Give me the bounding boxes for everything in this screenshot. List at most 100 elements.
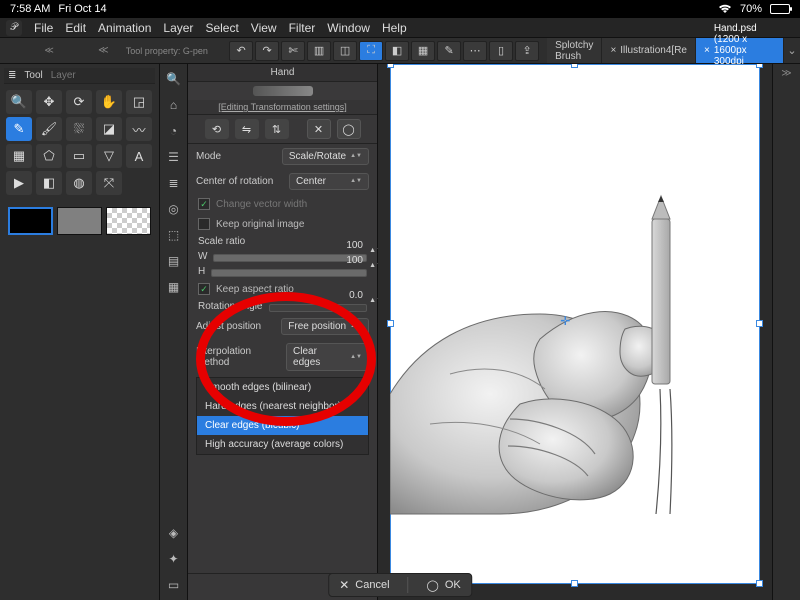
- canvas-page[interactable]: ✛: [390, 64, 760, 584]
- ok-label: OK: [445, 579, 461, 591]
- close-icon[interactable]: ×: [610, 45, 616, 56]
- scale-h-slider[interactable]: 100 ▲▼: [211, 267, 367, 277]
- canvas-area[interactable]: ✛: [378, 64, 772, 600]
- tab-label: Illustration4[Re: [620, 45, 687, 56]
- handle-br[interactable]: [756, 580, 763, 587]
- mode-select[interactable]: Scale/Rotate ▲▼: [282, 148, 369, 165]
- handle-tl[interactable]: [387, 64, 394, 68]
- top-more-icon[interactable]: ⋯: [463, 41, 487, 61]
- transform-flip-h-icon[interactable]: ⇋: [235, 119, 259, 139]
- top-transform-icon[interactable]: ⛶: [359, 41, 383, 61]
- handle-bm[interactable]: [571, 580, 578, 587]
- menu-file[interactable]: File: [34, 21, 53, 35]
- tool-select[interactable]: ▶: [6, 171, 32, 195]
- top-redo-icon[interactable]: ↷: [255, 41, 279, 61]
- top-cut-icon[interactable]: ✄: [281, 41, 305, 61]
- adjust-pos-select[interactable]: Free position ▲▼: [281, 318, 369, 335]
- layer-panel-tab[interactable]: Layer: [51, 70, 76, 81]
- tool-rotate[interactable]: ⟳: [66, 90, 92, 114]
- tabs-overflow-icon[interactable]: ⌄: [784, 38, 800, 63]
- qicon-layers[interactable]: ☰: [163, 146, 185, 168]
- tool-gradient[interactable]: ◧: [36, 171, 62, 195]
- top-layer-icon[interactable]: ▦: [411, 41, 435, 61]
- tool-brush[interactable]: 🖌: [36, 117, 62, 141]
- top-flip-icon[interactable]: ◫: [333, 41, 357, 61]
- handle-tm[interactable]: [571, 64, 578, 68]
- qicon-auto[interactable]: ◎: [163, 198, 185, 220]
- top-effect-icon[interactable]: ✎: [437, 41, 461, 61]
- interp-option-nearest[interactable]: Hard edges (nearest neighbor): [197, 397, 368, 416]
- tab-hand[interactable]: ×Hand.psd (1200 x 1600px 300dpi 81.3%): [696, 38, 784, 63]
- menu-filter[interactable]: Filter: [289, 21, 316, 35]
- qicon-animation[interactable]: ✦: [163, 548, 185, 570]
- ok-button[interactable]: ◯OK: [427, 579, 461, 592]
- tool-pen[interactable]: ✎: [6, 117, 32, 141]
- menu-help[interactable]: Help: [382, 21, 407, 35]
- qicon-material[interactable]: ⬚: [163, 224, 185, 246]
- interp-option-bilinear[interactable]: Smooth edges (bilinear): [197, 378, 368, 397]
- cancel-button[interactable]: ✕Cancel: [339, 578, 389, 592]
- transform-reset-icon[interactable]: ⟲: [205, 119, 229, 139]
- menu-view[interactable]: View: [251, 21, 277, 35]
- transform-cancel-icon[interactable]: ✕: [307, 119, 331, 139]
- tool-dot[interactable]: ▦: [6, 144, 32, 168]
- menu-animation[interactable]: Animation: [98, 21, 151, 35]
- interp-option-bicubic[interactable]: Clear edges (bicubic): [197, 416, 368, 435]
- tool-blend[interactable]: 〰: [126, 117, 152, 141]
- rotation-slider[interactable]: 0.0 ▲▼: [269, 302, 368, 312]
- tool-eraser[interactable]: ◪: [96, 117, 122, 141]
- foreground-color-swatch[interactable]: [8, 207, 53, 235]
- panel-drag-icon[interactable]: ≣: [8, 70, 16, 81]
- tab-splotchy[interactable]: Splotchy Brush: [547, 38, 602, 63]
- menu-layer[interactable]: Layer: [163, 21, 193, 35]
- tool-operation[interactable]: ◲: [126, 90, 152, 114]
- tool-airbrush[interactable]: ⛆: [66, 117, 92, 141]
- qicon-history[interactable]: ≣: [163, 172, 185, 194]
- qicon-search[interactable]: 🔍: [163, 68, 185, 90]
- tool-hand[interactable]: ✋: [96, 90, 122, 114]
- qicon-subview[interactable]: ▤: [163, 250, 185, 272]
- edit-transform-link[interactable]: [Editing Transformation settings]: [188, 100, 377, 115]
- app-icon[interactable]: 𝒫: [6, 20, 22, 36]
- collapse-icon[interactable]: ≪: [98, 38, 108, 63]
- background-color-swatch[interactable]: [57, 207, 102, 235]
- tool-panel-tab[interactable]: Tool: [24, 70, 42, 81]
- handle-tr[interactable]: [756, 64, 763, 68]
- check-icon[interactable]: ✓: [198, 198, 210, 210]
- keep-original-checkbox[interactable]: [198, 218, 210, 230]
- qicon-timeline[interactable]: ▭: [163, 574, 185, 596]
- tab-illustration[interactable]: × Illustration4[Re: [602, 38, 696, 63]
- tool-shape[interactable]: ⬠: [36, 144, 62, 168]
- qicon-3d[interactable]: ◈: [163, 522, 185, 544]
- tool-text[interactable]: A: [126, 144, 152, 168]
- interp-select[interactable]: Clear edges ▲▼: [286, 343, 369, 371]
- interp-option-average[interactable]: High accuracy (average colors): [197, 435, 368, 454]
- transparent-swatch[interactable]: [106, 207, 151, 235]
- qicon-info[interactable]: ▦: [163, 276, 185, 298]
- tool-eyedrop[interactable]: ⤧: [96, 171, 122, 195]
- top-export-icon[interactable]: ⇪: [515, 41, 539, 61]
- tool-move[interactable]: ✥: [36, 90, 62, 114]
- close-icon[interactable]: ×: [704, 45, 710, 56]
- top-paste-icon[interactable]: ▥: [307, 41, 331, 61]
- scale-w-slider[interactable]: 100 ▲▼: [213, 252, 367, 262]
- qicon-navigator[interactable]: ⌂: [163, 94, 185, 116]
- qicon-color[interactable]: ◔: [163, 120, 185, 142]
- tool-ruler[interactable]: ▽: [96, 144, 122, 168]
- center-select[interactable]: Center ▲▼: [289, 173, 369, 190]
- pivot-icon[interactable]: ✛: [560, 314, 570, 328]
- expand-right-icon[interactable]: ≫: [773, 64, 800, 79]
- tool-zoom[interactable]: 🔍: [6, 90, 32, 114]
- menu-edit[interactable]: Edit: [65, 21, 86, 35]
- transform-confirm-icon[interactable]: ◯: [337, 119, 361, 139]
- menu-window[interactable]: Window: [327, 21, 370, 35]
- keep-aspect-checkbox[interactable]: ✓: [198, 283, 210, 295]
- tool-fill[interactable]: ◍: [66, 171, 92, 195]
- collapse-left-icon[interactable]: ≪: [44, 45, 53, 56]
- transform-flip-v-icon[interactable]: ⇅: [265, 119, 289, 139]
- tool-frame[interactable]: ▭: [66, 144, 92, 168]
- top-select-icon[interactable]: ◧: [385, 41, 409, 61]
- top-undo-icon[interactable]: ↶: [229, 41, 253, 61]
- menu-select[interactable]: Select: [205, 21, 238, 35]
- top-device-icon[interactable]: ▯: [489, 41, 513, 61]
